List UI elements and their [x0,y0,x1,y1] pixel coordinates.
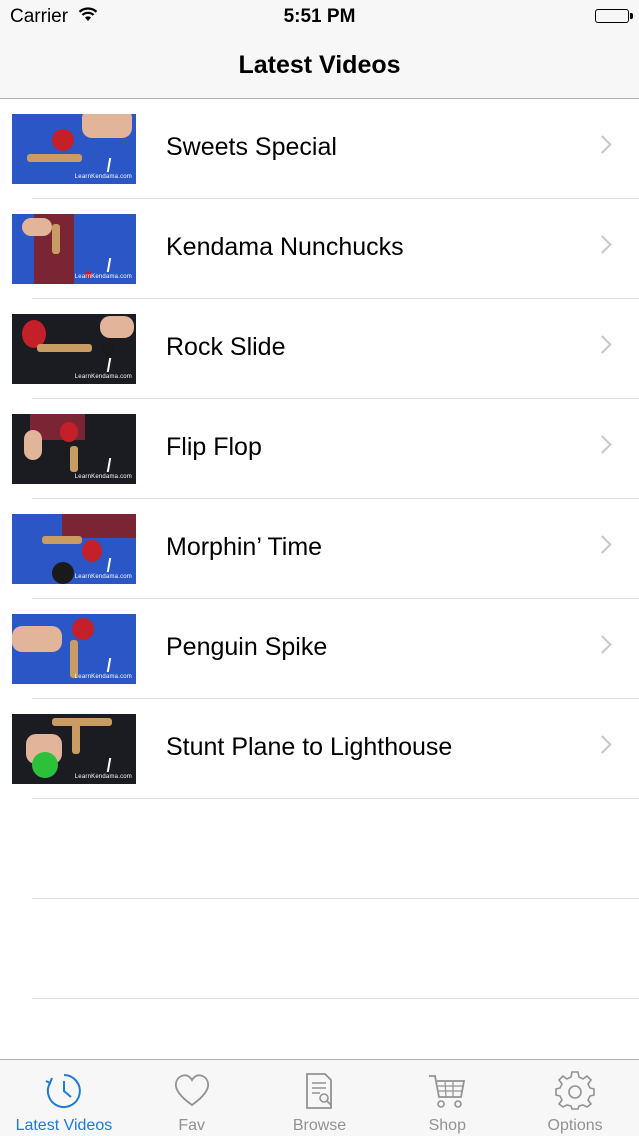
video-list: LearnKendama.com Sweets Special LearnKen… [0,99,639,999]
thumbnail-watermark: LearnKendama.com [74,574,132,580]
video-thumbnail: LearnKendama.com [12,514,136,584]
tab-browse[interactable]: Browse [256,1060,384,1136]
thumbnail-watermark: LearnKendama.com [74,274,132,280]
tab-latest-videos[interactable]: Latest Videos [0,1060,128,1136]
video-row[interactable]: LearnKendama.com Flip Flop [0,399,639,499]
status-bar: Carrier 5:51 PM [0,0,639,34]
chevron-right-icon [593,135,612,154]
chevron-right-icon [593,635,612,654]
video-title: Rock Slide [166,333,286,361]
video-title: Sweets Special [166,133,337,161]
video-thumbnail: LearnKendama.com [12,214,136,284]
battery-icon [595,9,633,23]
video-thumbnail: LearnKendama.com [12,714,136,784]
video-row[interactable]: LearnKendama.com Stunt Plane to Lighthou… [0,699,639,799]
tab-label: Fav [178,1117,206,1134]
video-row[interactable]: LearnKendama.com Kendama Nunchucks [0,199,639,299]
tab-bar: Latest Videos Fav Browse Shop Options [0,1059,639,1136]
video-thumbnail: LearnKendama.com [12,114,136,184]
clock-icon [44,1071,84,1111]
video-row[interactable]: LearnKendama.com Rock Slide [0,299,639,399]
video-title: Morphin’ Time [166,533,323,561]
video-thumbnail: LearnKendama.com [12,314,136,384]
video-row[interactable]: LearnKendama.com Morphin’ Time [0,499,639,599]
tab-label: Shop [428,1117,466,1134]
chevron-right-icon [593,735,612,754]
chevron-right-icon [593,435,612,454]
thumbnail-watermark: LearnKendama.com [74,374,132,380]
thumbnail-watermark: LearnKendama.com [74,174,132,180]
chevron-right-icon [593,335,612,354]
video-title: Penguin Spike [166,633,328,661]
thumbnail-watermark: LearnKendama.com [74,774,132,780]
thumbnail-watermark: LearnKendama.com [74,674,132,680]
navigation-bar: Latest Videos [0,34,639,99]
status-time: 5:51 PM [283,6,356,27]
video-title: Stunt Plane to Lighthouse [166,733,453,761]
tab-label: Browse [292,1117,347,1134]
cart-icon [427,1071,467,1111]
video-title: Flip Flop [166,433,262,461]
thumbnail-watermark: LearnKendama.com [74,474,132,480]
heart-icon [172,1071,212,1111]
video-thumbnail: LearnKendama.com [12,614,136,684]
empty-row [0,899,639,999]
chevron-right-icon [593,535,612,554]
video-thumbnail: LearnKendama.com [12,414,136,484]
empty-row [0,799,639,899]
tab-label: Latest Videos [15,1117,113,1134]
tab-fav[interactable]: Fav [128,1060,256,1136]
video-row[interactable]: LearnKendama.com Sweets Special [0,99,639,199]
tab-label: Options [547,1117,603,1134]
video-title: Kendama Nunchucks [166,233,404,261]
tab-options[interactable]: Options [511,1060,639,1136]
video-row[interactable]: LearnKendama.com Penguin Spike [0,599,639,699]
chevron-right-icon [593,235,612,254]
page-title: Latest Videos [238,51,401,79]
tab-shop[interactable]: Shop [383,1060,511,1136]
document-search-icon [299,1071,339,1111]
gear-icon [555,1071,595,1111]
